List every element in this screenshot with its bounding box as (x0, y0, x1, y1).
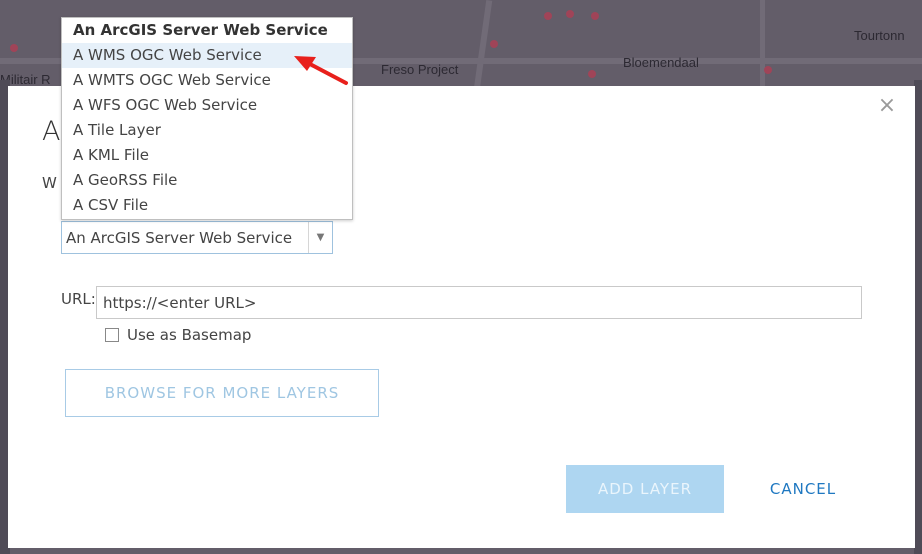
use-as-basemap-checkbox[interactable] (105, 328, 119, 342)
layer-type-option[interactable]: A Tile Layer (62, 118, 352, 143)
layer-type-dropdown-list: An ArcGIS Server Web Service A WMS OGC W… (61, 17, 353, 220)
layer-type-option[interactable]: An ArcGIS Server Web Service (62, 18, 352, 43)
browse-more-layers-button[interactable]: BROWSE FOR MORE LAYERS (65, 369, 379, 417)
annotation-arrow-icon (294, 56, 348, 85)
url-input[interactable] (96, 286, 862, 319)
layer-type-option[interactable]: A KML File (62, 143, 352, 168)
chevron-down-icon[interactable]: ▼ (308, 222, 332, 253)
cancel-button[interactable]: CANCEL (748, 465, 858, 513)
use-as-basemap-label: Use as Basemap (127, 326, 252, 344)
layer-type-option[interactable]: A CSV File (62, 193, 352, 218)
layer-type-option[interactable]: A WFS OGC Web Service (62, 93, 352, 118)
dialog-title: A (42, 116, 61, 147)
add-layer-button[interactable]: ADD LAYER (566, 465, 724, 513)
dialog-question: W (42, 174, 57, 192)
url-label: URL: (61, 290, 96, 308)
backdrop-edge (914, 80, 922, 554)
layer-type-selected-value: An ArcGIS Server Web Service (66, 228, 293, 247)
use-as-basemap-option[interactable]: Use as Basemap (105, 326, 251, 344)
close-icon[interactable]: × (875, 94, 899, 118)
layer-type-select[interactable]: An ArcGIS Server Web Service ▼ (61, 221, 333, 254)
layer-type-option[interactable]: A GeoRSS File (62, 168, 352, 193)
